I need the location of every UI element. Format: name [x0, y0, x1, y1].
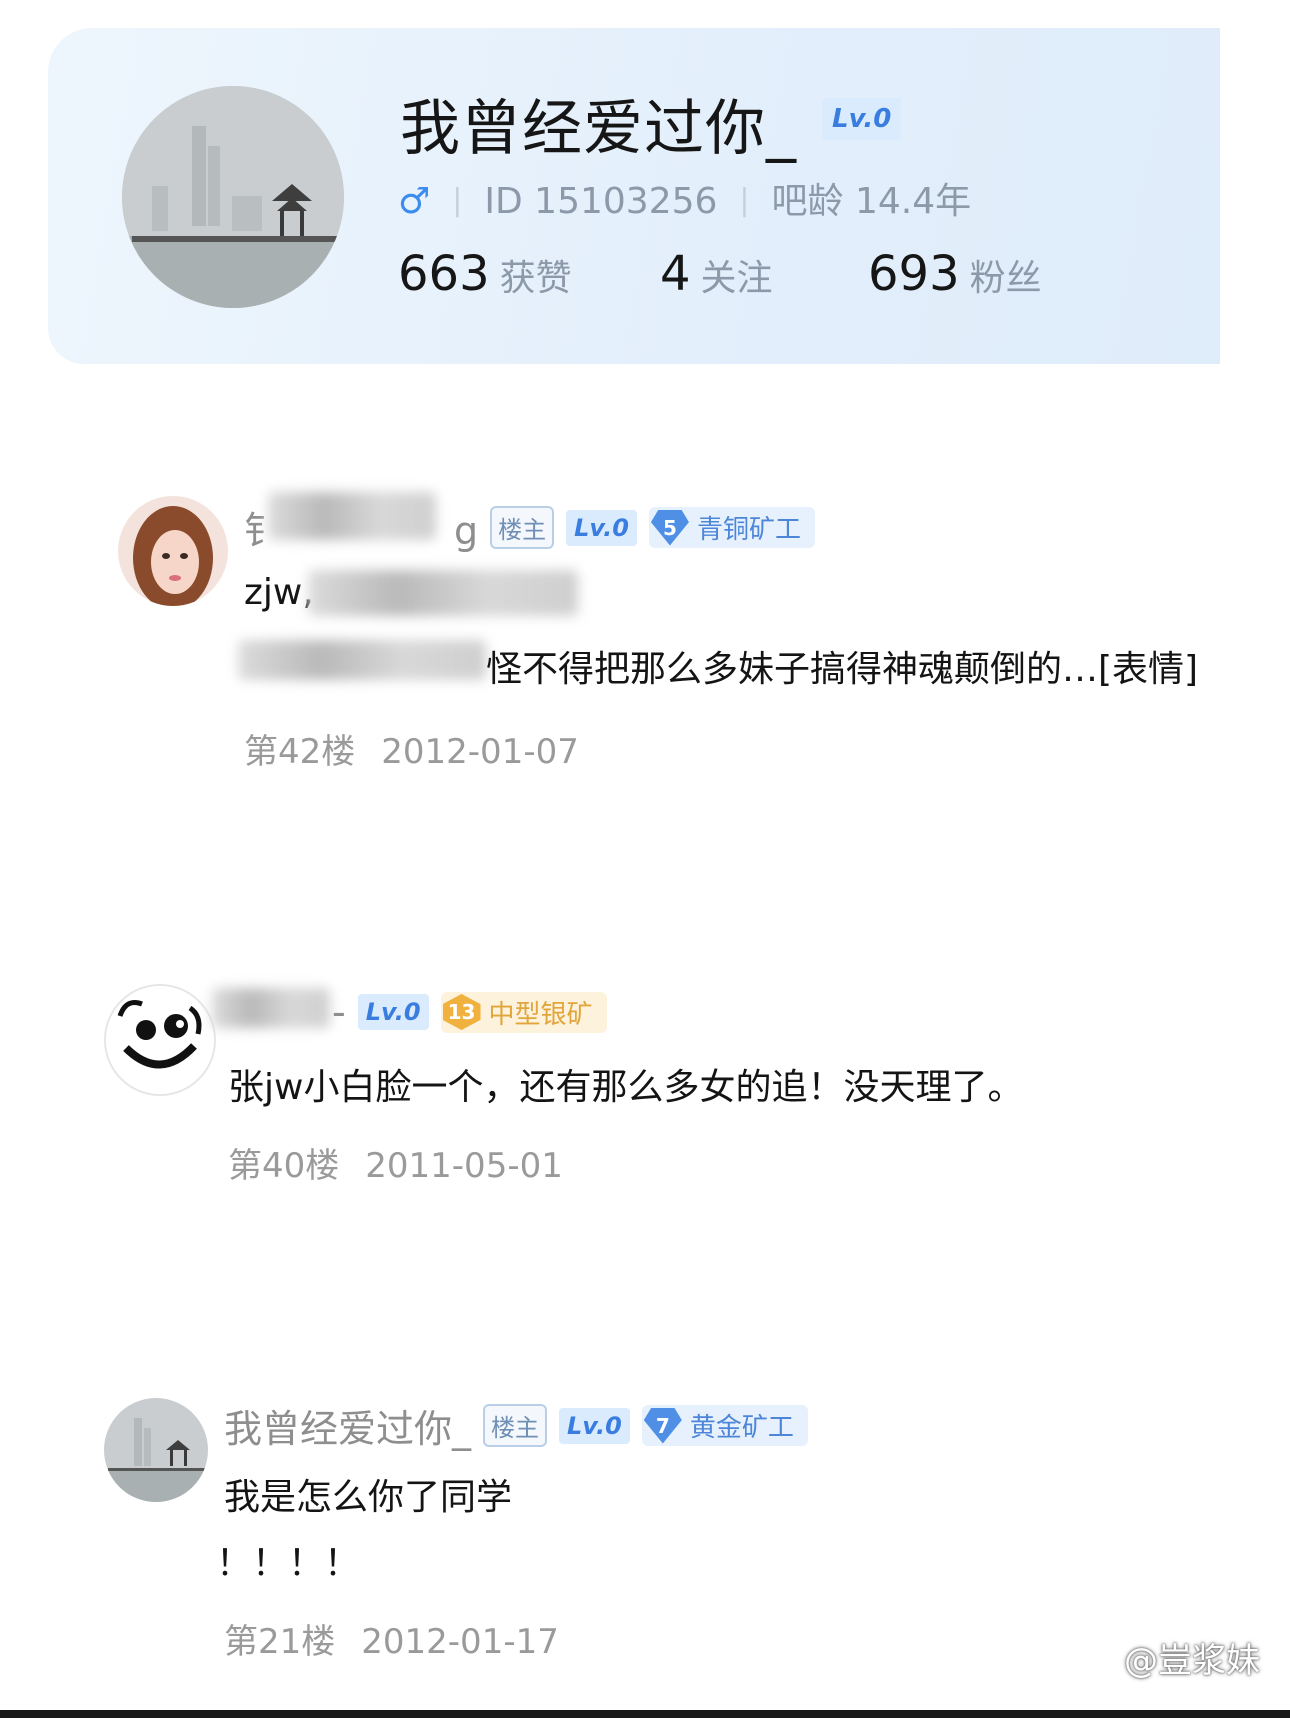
post-footer: 第42楼 2012-01-07	[244, 724, 579, 773]
redaction-blur	[268, 492, 436, 540]
profile-avatar[interactable]	[122, 86, 344, 308]
medal-badge: 13 中型银矿	[440, 991, 607, 1033]
post-avatar[interactable]	[118, 496, 228, 606]
post-footer: 第40楼 2011-05-01	[228, 1138, 563, 1187]
floor-number: 第40楼	[228, 1146, 340, 1186]
level-badge: Lv.0	[559, 1407, 630, 1444]
diamond-icon: 5	[650, 509, 689, 546]
post-text-line: 怪不得把那么多妹子搞得神魂颠倒的…[表情]	[486, 649, 1199, 690]
redaction-blur	[308, 570, 578, 616]
level-badge: Lv.0	[357, 994, 429, 1030]
medal-icon: 13	[442, 994, 481, 1030]
profile-meta: ♂ | ID 15103256 | 吧龄 14.4年	[398, 181, 972, 222]
post-user-row: - Lv.0 13 中型银矿	[332, 990, 607, 1034]
post-text-line: zjw,	[244, 572, 314, 613]
profile-name: 我曾经爱过你_	[400, 94, 797, 164]
redaction-blur	[212, 988, 330, 1028]
post-text-line: 我是怎么你了同学	[224, 1477, 513, 1518]
post-text-line: 张jw小白脸一个，还有那么多女的追！没天理了。	[228, 1067, 1024, 1108]
post-username[interactable]: -	[332, 990, 346, 1034]
medal-badge: 7 黄金矿工	[641, 1405, 808, 1446]
post-date: 2012-01-07	[381, 732, 579, 772]
male-icon: ♂	[398, 181, 431, 222]
owner-tag: 楼主	[490, 506, 555, 549]
medal-badge: 5 青铜矿工	[648, 507, 815, 548]
profile-level-badge: Lv.0	[822, 98, 902, 140]
post-date: 2012-01-17	[361, 1622, 559, 1662]
redaction-blur	[238, 640, 486, 680]
weibo-watermark: @豈浆妹	[1124, 1641, 1260, 1681]
stat-likes[interactable]: 663 获赞	[398, 246, 572, 302]
post-avatar[interactable]	[104, 984, 216, 1096]
post-footer: 第21楼 2012-01-17	[224, 1614, 559, 1663]
post-date: 2011-05-01	[365, 1146, 563, 1186]
profile-tieba-age: 吧龄 14.4年	[771, 181, 972, 222]
post-text-line: ！！！！	[216, 1543, 361, 1584]
stat-followers[interactable]: 693 粉丝	[868, 246, 1042, 302]
stat-following[interactable]: 4 关注	[660, 246, 773, 302]
level-badge: Lv.0	[566, 509, 637, 546]
profile-id: ID 15103256	[484, 181, 718, 222]
bottom-edge	[0, 1710, 1290, 1718]
post-avatar[interactable]	[104, 1398, 208, 1502]
post-username[interactable]: 我曾经爱过你_	[224, 1398, 471, 1453]
owner-tag: 楼主	[483, 1404, 548, 1447]
post-user-row: 我曾经爱过你_ 楼主 Lv.0 7 黄金矿工	[224, 1398, 808, 1453]
floor-number: 第21楼	[224, 1622, 336, 1662]
diamond-icon: 7	[643, 1407, 682, 1444]
floor-number: 第42楼	[244, 732, 356, 772]
